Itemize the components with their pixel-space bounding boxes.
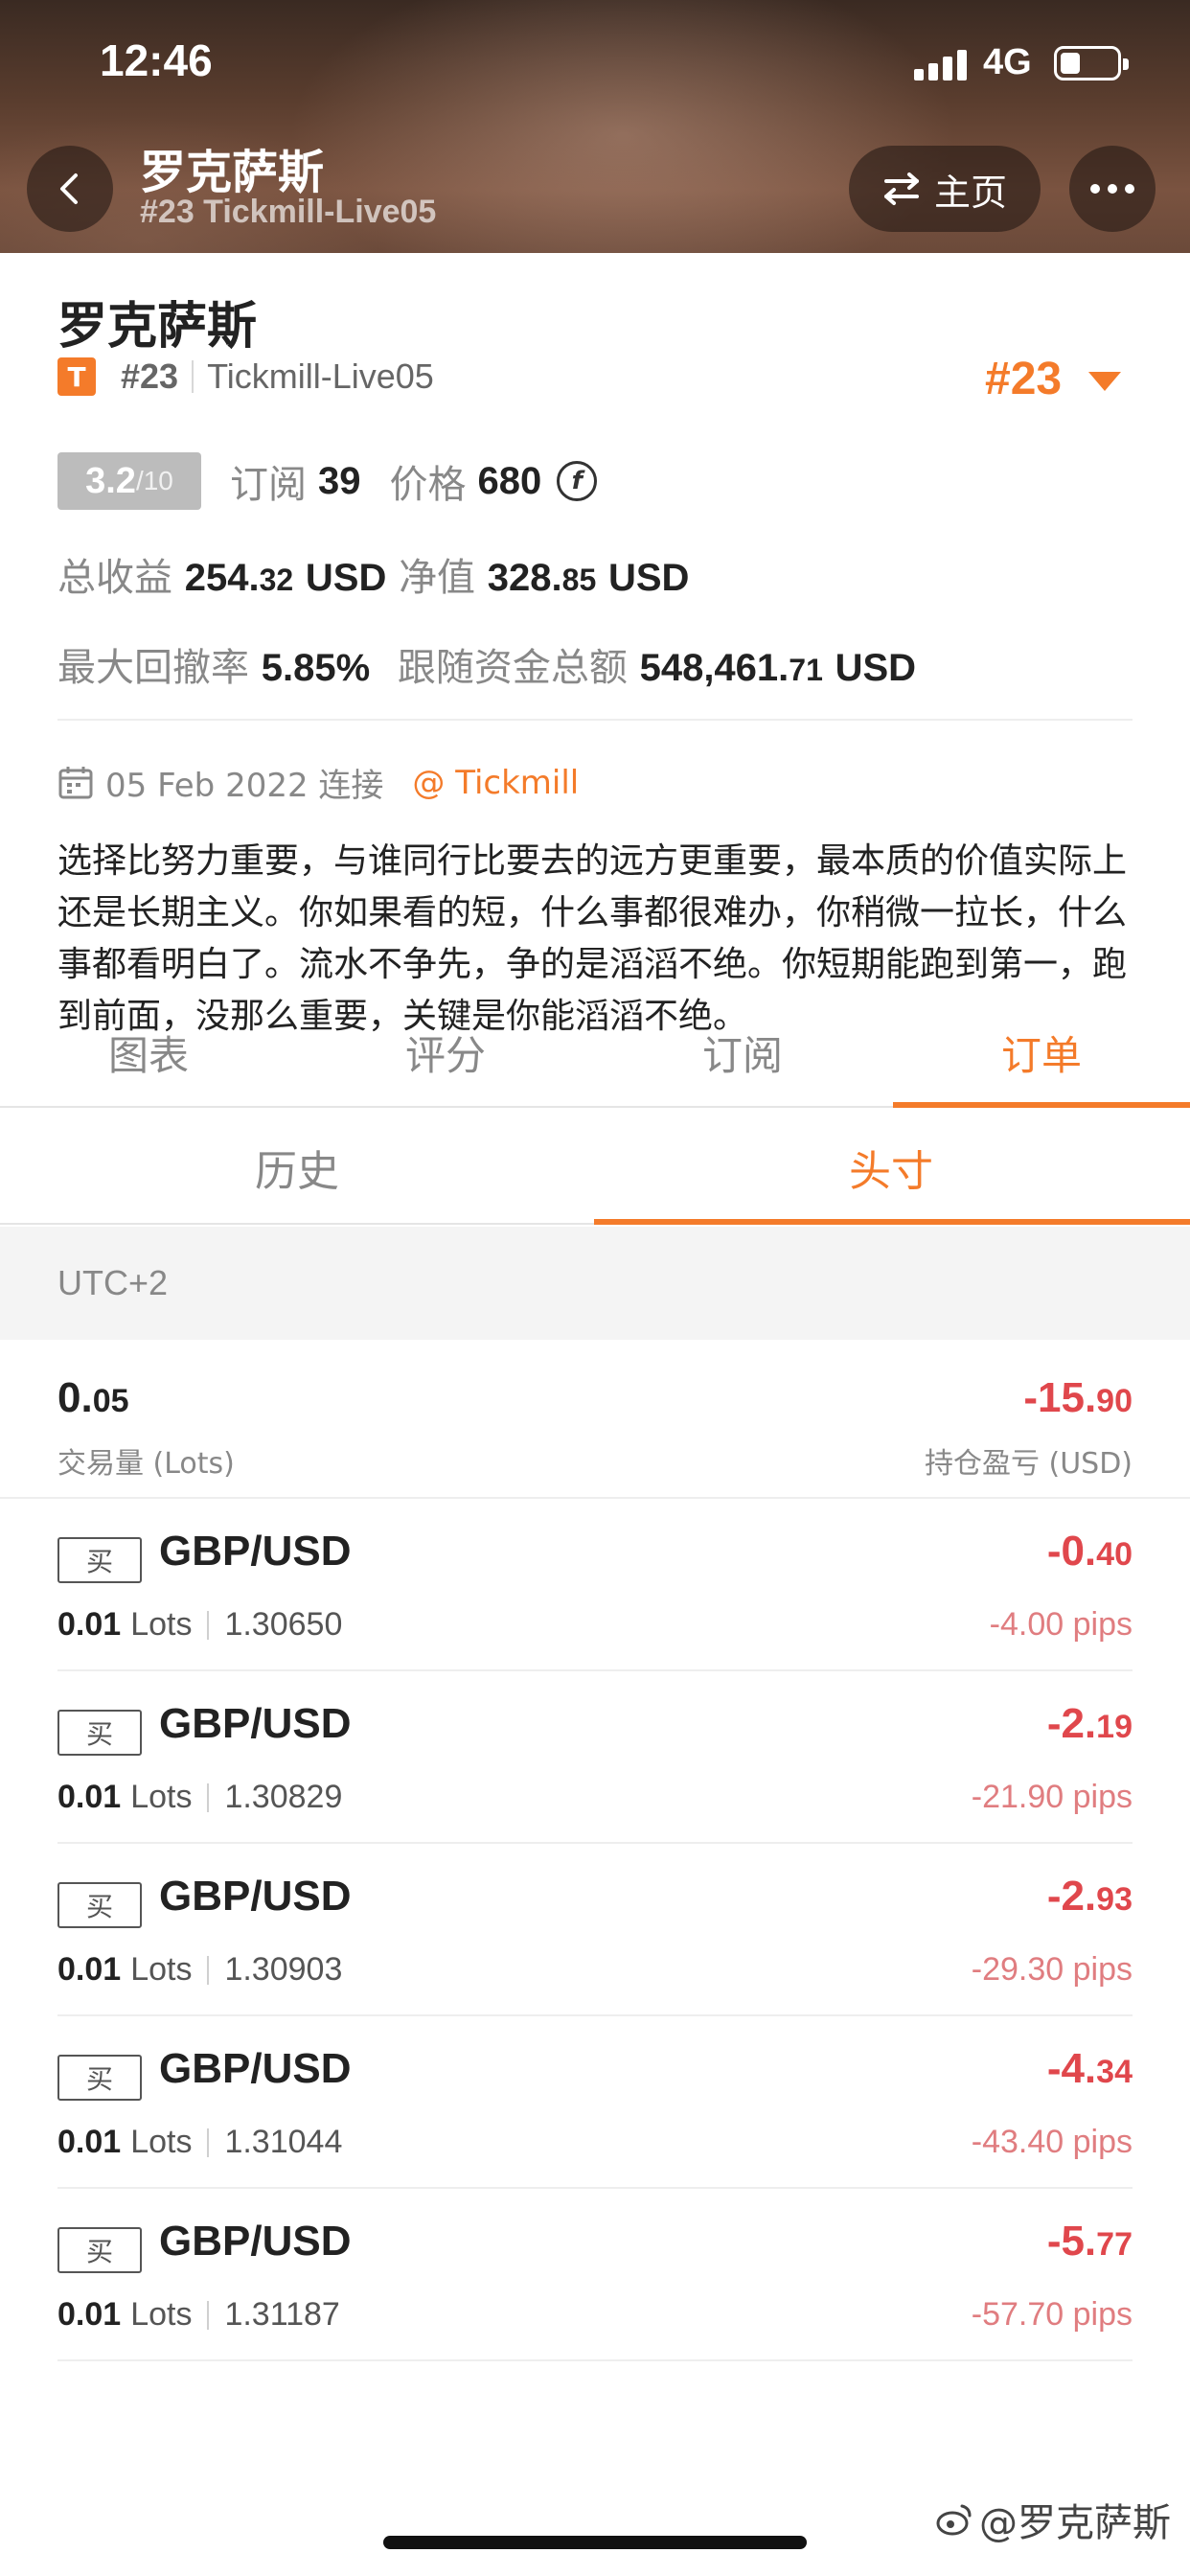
more-button[interactable] [1069,146,1156,232]
lots-price: 0.01 Lots 1.30903 [57,1951,343,1988]
tab-chart[interactable]: 图表 [0,1024,297,1082]
trader-bio: 选择比努力重要，与谁同行比要去的远方更重要，最本质的价值实际上还是长期主义。你如… [57,841,1128,1036]
header-subtitle: #23 Tickmill-Live05 [140,194,437,230]
tab-orders[interactable]: 订单 [893,1024,1190,1082]
tab-rating[interactable]: 评分 [297,1024,594,1082]
home-button[interactable]: 主页 [849,146,1041,232]
position-row[interactable]: 买 GBP/USD 0.01 Lots 1.31187 -5.77 -57.70 p… [57,2189,1133,2361]
trader-name: 罗克萨斯 [57,298,258,356]
header-title: 罗克萨斯 [140,146,325,199]
side-badge: 买 [57,1537,142,1583]
rank-small: #23 [121,356,179,396]
chevron-left-icon [60,173,78,204]
broker-logo-icon: T [57,357,96,396]
tab-subscribe[interactable]: 订阅 [594,1024,891,1082]
connect-date-row: 05 Feb 2022 连接 @ Tickmill [57,759,579,806]
broker-row: T #23 Tickmill-Live05 [57,356,434,397]
subtab-active-indicator [594,1219,1190,1225]
main-tabs: 图表 评分 订阅 订单 [0,1016,1190,1108]
position-row[interactable]: 买 GBP/USD 0.01 Lots 1.30650 -0.40 -4.00 pi… [57,1499,1133,1671]
rating-badge: 3.2/10 [57,452,201,510]
symbol: GBP/USD [159,2045,352,2092]
battery-icon [1054,46,1129,80]
caret-down-icon[interactable] [1088,372,1121,391]
watermark-text: @罗克萨斯 [979,2501,1171,2545]
position-pips: -4.00 pips [989,1606,1133,1643]
lots-price: 0.01 Lots 1.30829 [57,1779,343,1815]
position-pips: -57.70 pips [971,2296,1133,2333]
total-volume-label: 交易量 (Lots) [57,1447,235,1481]
total-pl-label: 持仓盈亏 (USD) [924,1447,1133,1481]
position-pl: -5.77 [1046,2218,1133,2265]
side-badge: 买 [57,1882,142,1928]
position-pl: -4.34 [1046,2045,1133,2092]
rating-row: 3.2/10 订阅 39 价格 680 f [57,452,598,510]
symbol: GBP/USD [159,1873,352,1920]
divider [57,719,1133,721]
tab-active-indicator [893,1102,1190,1108]
network-type: 4G [983,42,1032,82]
position-pl: -0.40 [1046,1528,1133,1575]
position-row[interactable]: 买 GBP/USD 0.01 Lots 1.30903 -2.93 -29.30 p… [57,1844,1133,2016]
server-name: Tickmill-Live05 [207,356,434,396]
symbol: GBP/USD [159,1700,352,1747]
symbol: GBP/USD [159,2218,352,2265]
positions-summary: 0.05 交易量 (Lots) -15.90 持仓盈亏 (USD) [0,1340,1190,1499]
position-pips: -21.90 pips [971,1779,1133,1815]
side-badge: 买 [57,2055,142,2101]
coin-icon: f [557,461,598,501]
lots-price: 0.01 Lots 1.31187 [57,2296,340,2333]
position-pips: -43.40 pips [971,2124,1133,2160]
more-dots-icon [1090,184,1100,194]
lots-price: 0.01 Lots 1.31044 [57,2124,343,2160]
subtab-positions[interactable]: 头寸 [594,1137,1188,1198]
subtab-history[interactable]: 历史 [0,1137,594,1198]
watermark: @罗克萨斯 [935,2492,1171,2547]
side-badge: 买 [57,2227,142,2273]
profit-row: 总收益 254.32 USD 净值 328.85 USD [57,556,690,600]
home-button-label: 主页 [933,171,1007,214]
back-button[interactable] [27,146,113,232]
broker-link[interactable]: @ Tickmill [412,764,579,802]
home-indicator[interactable] [383,2536,807,2549]
position-pl: -2.93 [1046,1873,1133,1920]
price-label: 价格 [389,463,467,507]
swap-icon [883,172,919,205]
connect-date: 05 Feb 2022 连接 [105,767,384,805]
price-value: 680 [477,459,542,502]
total-pl: -15.90 [1023,1374,1133,1421]
order-subtabs: 历史 头寸 [0,1110,1190,1225]
lots-price: 0.01 Lots 1.30650 [57,1606,343,1643]
subscribe-count: 39 [318,459,361,502]
status-time: 12:46 [100,35,213,85]
position-pl: -2.19 [1046,1700,1133,1747]
profile-header: 12:46 4G 罗克萨斯 #23 Tickmill-Live05 主页 [0,0,1190,253]
timezone-band: UTC+2 [0,1227,1190,1340]
total-volume: 0.05 [57,1374,129,1421]
position-row[interactable]: 买 GBP/USD 0.01 Lots 1.30829 -2.19 -21.90 p… [57,1671,1133,1844]
subscribe-label: 订阅 [230,463,307,507]
symbol: GBP/USD [159,1528,352,1575]
position-pips: -29.30 pips [971,1951,1133,1988]
calendar-icon [58,766,93,798]
drawdown-row: 最大回撤率 5.85% 跟随资金总额 548,461.71 USD [57,646,917,690]
rank-selector[interactable]: #23 [985,353,1062,405]
weibo-logo-icon [936,2504,972,2536]
side-badge: 买 [57,1710,142,1756]
signal-icon [914,50,968,80]
position-row[interactable]: 买 GBP/USD 0.01 Lots 1.31044 -4.34 -43.40 p… [57,2016,1133,2189]
timezone-label: UTC+2 [57,1263,169,1302]
